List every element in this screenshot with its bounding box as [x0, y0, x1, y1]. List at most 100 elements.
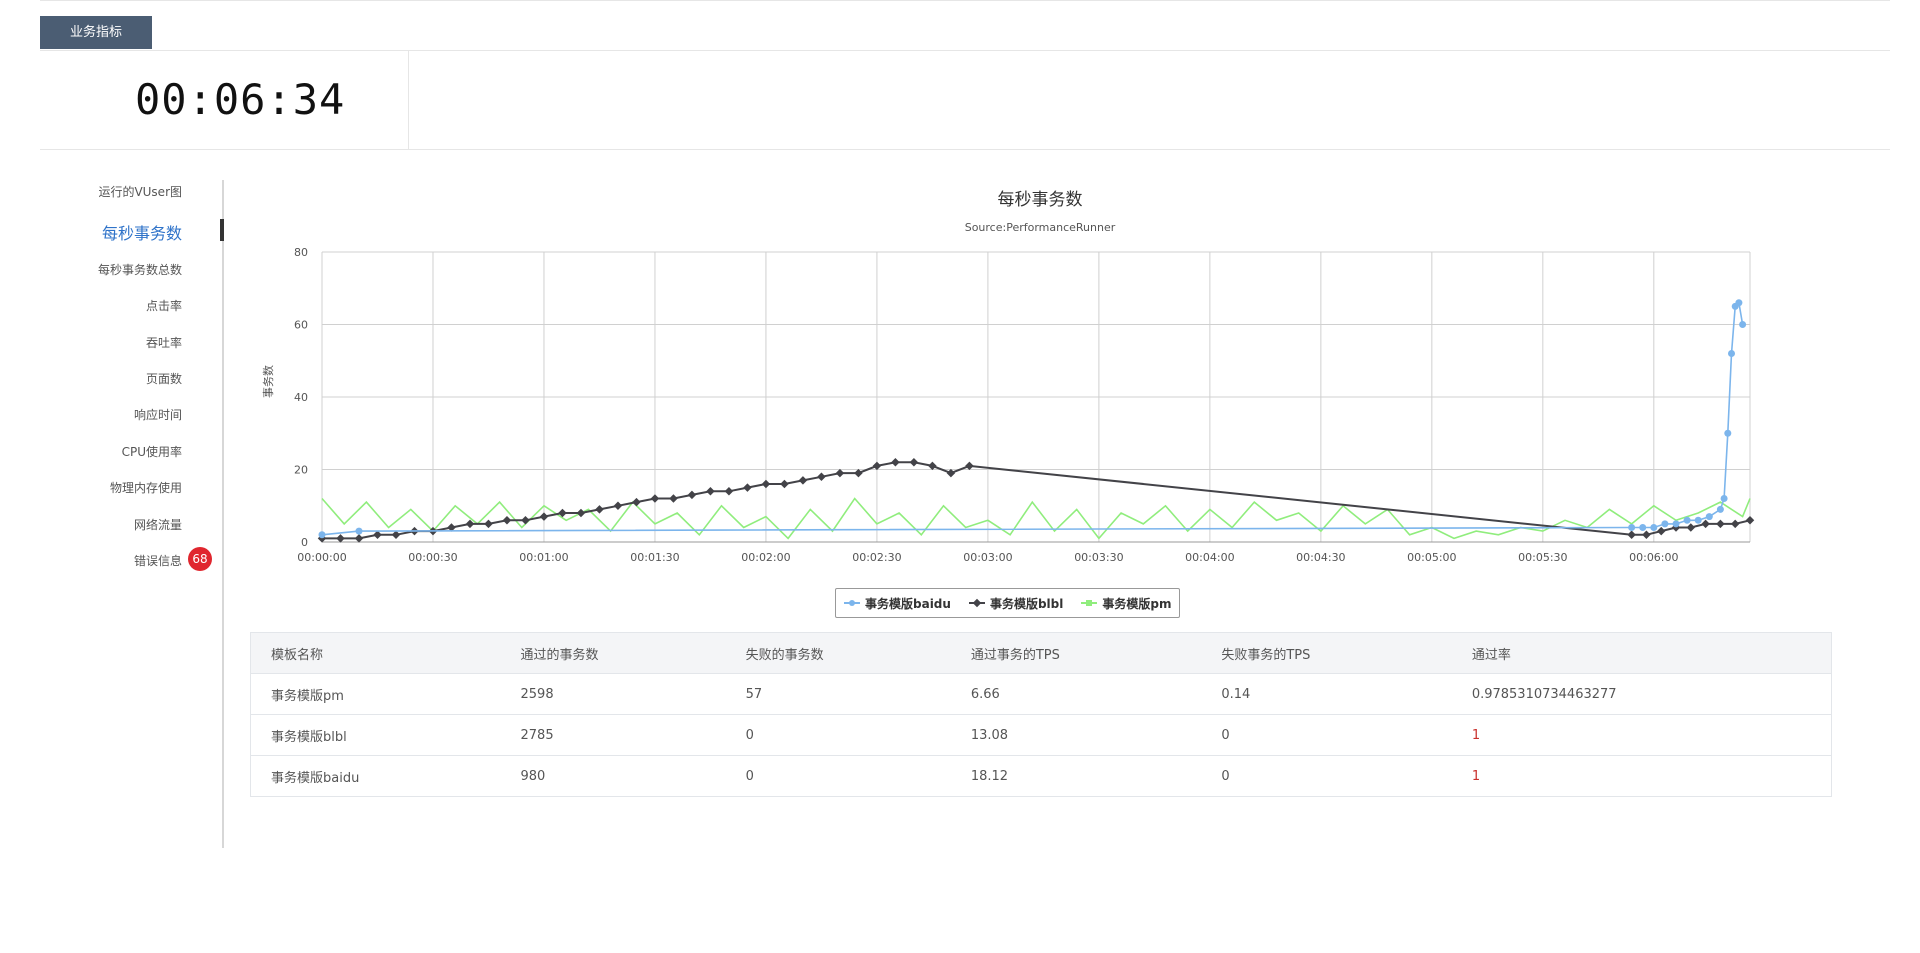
baidu-point: [1739, 321, 1747, 328]
cell-passed-count: 2598: [500, 673, 726, 715]
sidebar-item-pages[interactable]: 页面数: [146, 370, 182, 387]
legend-item-pm[interactable]: 事务模版pm: [1081, 595, 1171, 612]
tab-business-metrics[interactable]: 业务指标: [40, 16, 152, 49]
blbl-point: [669, 494, 678, 503]
blbl-point: [576, 508, 586, 518]
sidebar-item-hit-rate[interactable]: 点击率: [146, 297, 182, 314]
blbl-point: [687, 490, 697, 500]
sidebar-item-network-traffic[interactable]: 网络流量: [134, 516, 182, 533]
cell-template-name: 事务模版pm: [250, 673, 501, 715]
blbl-point: [595, 505, 604, 514]
blbl-point: [1701, 519, 1710, 529]
cell-failed-count: 57: [725, 673, 951, 715]
blbl-point: [854, 468, 863, 478]
timer-row: 00:06:34: [40, 50, 1890, 150]
x-tick-label: 00:03:30: [1074, 551, 1123, 564]
sidebar-item-response-time[interactable]: 响应时间: [134, 406, 182, 423]
sidebar-item-transactions-per-second[interactable]: 每秒事务数: [102, 220, 182, 244]
baidu-point: [318, 531, 326, 539]
cell-failed-count: 0: [725, 755, 951, 797]
blbl-point: [354, 534, 364, 543]
header-template-name: 模板名称: [250, 632, 501, 674]
baidu-point: [1650, 524, 1658, 531]
x-tick-label: 00:01:00: [519, 551, 568, 564]
baidu-point: [1683, 516, 1691, 524]
baidu-point: [1728, 350, 1736, 357]
baidu-point: [1705, 513, 1713, 521]
blbl-point: [484, 519, 493, 529]
y-tick-label: 80: [294, 246, 308, 259]
blbl-point: [521, 516, 530, 525]
x-tick-label: 00:01:30: [630, 551, 679, 564]
baidu-point: [1661, 520, 1669, 528]
sidebar-item-total-tps[interactable]: 每秒事务数总数: [98, 261, 182, 278]
blbl-point: [613, 501, 623, 510]
transaction-stats-table: 模板名称 通过的事务数 失败的事务数 通过事务的TPS 失败事务的TPS 通过率…: [250, 632, 1832, 797]
error-count-badge: 68: [188, 547, 212, 571]
header-passed-tps: 通过事务的TPS: [950, 632, 1202, 674]
sidebar-item-running-vusers[interactable]: 运行的VUser图: [98, 183, 182, 200]
x-tick-label: 00:00:30: [408, 551, 457, 564]
blbl-point: [1716, 519, 1725, 529]
x-tick-label: 00:00:00: [297, 551, 346, 564]
cell-failed-tps: 0: [1201, 755, 1452, 797]
x-tick-label: 00:02:30: [852, 551, 901, 564]
x-tick-label: 00:05:00: [1407, 551, 1456, 564]
header-passed-count: 通过的事务数: [500, 632, 726, 674]
cell-pass-rate: 1: [1451, 755, 1832, 797]
tps-chart: 每秒事务数 Source:PerformanceRunner 事务数 0 20 40…: [250, 180, 1830, 625]
sidebar-item-throughput[interactable]: 吞吐率: [146, 334, 182, 351]
metrics-sidebar: 运行的VUser图 每秒事务数 每秒事务数总数 点击率 吞吐率 页面数 响应时间…: [40, 180, 224, 848]
blbl-point: [1627, 530, 1636, 539]
legend-swatch-pm: [1081, 598, 1098, 608]
blbl-point: [909, 458, 919, 467]
legend-label-baidu: 事务模版baidu: [865, 596, 951, 611]
chart-legend: 事务模版baidu 事务模版blbl 事务模版pm: [835, 588, 1181, 618]
blbl-point: [743, 483, 752, 492]
x-tick-label: 00:06:00: [1629, 551, 1678, 564]
legend-swatch-baidu: [844, 598, 860, 608]
legend-item-blbl[interactable]: 事务模版blbl: [968, 595, 1063, 612]
x-tick-label: 00:02:00: [741, 551, 790, 564]
blbl-point: [650, 494, 660, 503]
top-divider: [40, 0, 1890, 1]
y-tick-label: 40: [294, 391, 308, 404]
cell-template-name: 事务模版blbl: [250, 714, 501, 756]
legend-swatch-blbl: [968, 598, 985, 608]
cell-failed-tps: 0: [1201, 714, 1452, 756]
blbl-point: [1745, 516, 1755, 525]
blbl-point: [780, 479, 789, 489]
y-tick-label: 60: [294, 319, 308, 332]
sidebar-item-errors[interactable]: 错误信息 68: [134, 547, 212, 571]
active-item-marker: [220, 219, 224, 241]
cell-pass-rate: 0.9785310734463277: [1451, 673, 1832, 715]
cell-passed-tps: 6.66: [950, 673, 1202, 715]
baidu-point: [1672, 520, 1680, 528]
blbl-point: [1656, 526, 1666, 536]
cell-failed-count: 0: [725, 714, 951, 756]
blbl-point: [891, 458, 900, 467]
elapsed-timer-panel: 00:06:34: [40, 50, 409, 149]
baidu-point: [1735, 299, 1743, 307]
table-row: 事务模版pm 2598 57 6.66 0.14 0.9785310734463…: [250, 673, 1832, 715]
blbl-point: [835, 468, 845, 478]
blbl-point: [798, 476, 808, 485]
blbl-point: [724, 487, 734, 496]
blbl-point: [706, 487, 715, 496]
blbl-point: [1686, 523, 1696, 532]
legend-item-baidu[interactable]: 事务模版baidu: [844, 595, 951, 612]
baidu-point: [1716, 505, 1724, 513]
y-tick-label: 0: [301, 536, 308, 549]
blbl-point: [632, 497, 641, 507]
cell-passed-count: 980: [500, 755, 726, 797]
sidebar-item-cpu-usage[interactable]: CPU使用率: [122, 443, 182, 460]
baidu-point: [1628, 524, 1636, 531]
baidu-point: [1694, 516, 1702, 524]
blbl-point: [761, 479, 771, 489]
blbl-point: [336, 534, 345, 543]
header-failed-count: 失败的事务数: [725, 632, 951, 674]
blbl-point: [872, 461, 882, 471]
sidebar-item-memory-usage[interactable]: 物理内存使用: [110, 479, 182, 496]
tab-bar: 业务指标: [40, 16, 1890, 51]
cell-passed-count: 2785: [500, 714, 726, 756]
